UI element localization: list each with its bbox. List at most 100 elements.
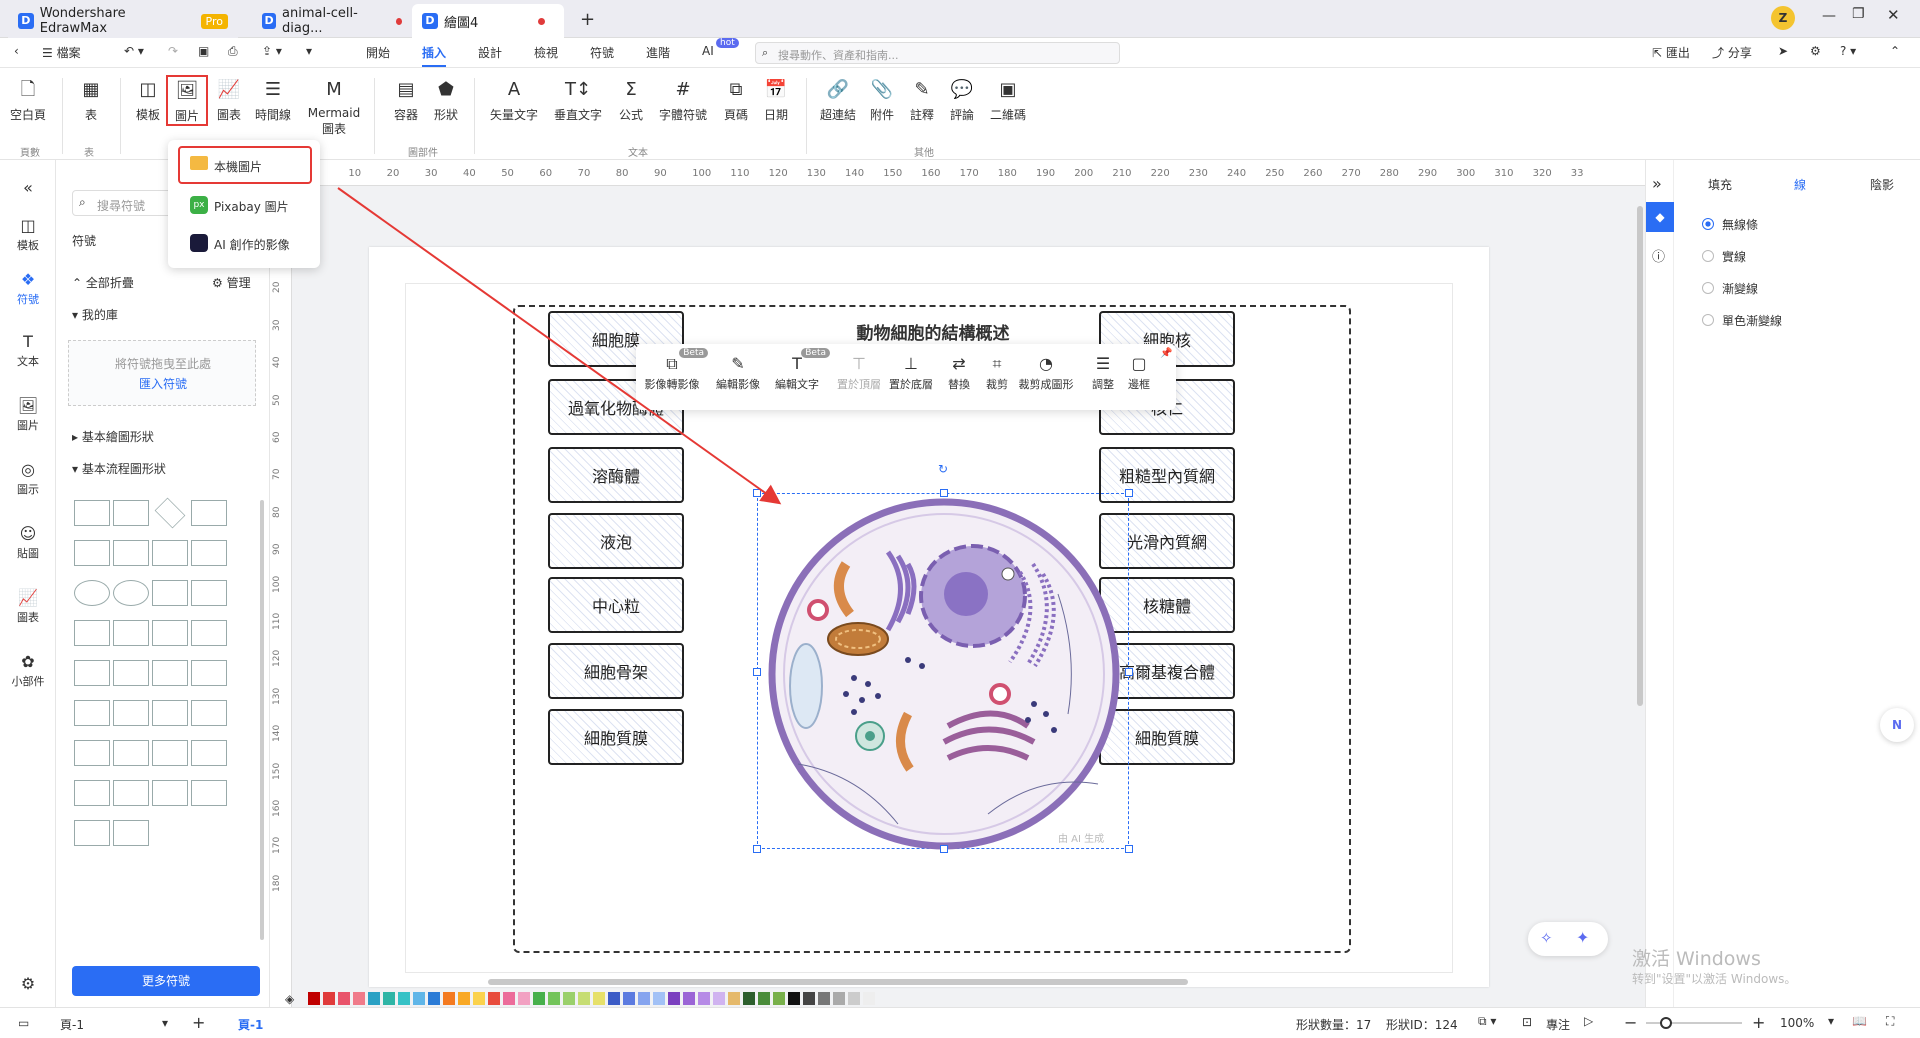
print-icon[interactable]: ⎙ xyxy=(228,44,238,59)
label-left-2[interactable]: 溶酶體 xyxy=(548,447,684,503)
color-swatch[interactable] xyxy=(623,992,635,1005)
resize-handle[interactable] xyxy=(753,845,761,853)
close-icon[interactable]: ✕ xyxy=(1887,6,1900,24)
share-button[interactable]: ⤴ 分享 xyxy=(1712,44,1752,61)
page-layout-icon[interactable]: ▭ xyxy=(18,1016,29,1030)
radio-single-gradient-line[interactable] xyxy=(1702,314,1714,326)
color-swatch[interactable] xyxy=(758,992,770,1005)
fit-icon[interactable]: ⊡ xyxy=(1522,1015,1532,1029)
resize-handle[interactable] xyxy=(1125,845,1133,853)
menu-advanced[interactable]: 進階 xyxy=(646,44,670,61)
formula-button[interactable]: Σ 公式 xyxy=(616,78,646,123)
canvas-area[interactable]: -100102030405060708090100110120130140150… xyxy=(270,160,1645,1007)
tab-line[interactable]: 線 xyxy=(1794,176,1806,193)
flowchart-shape-symbol[interactable] xyxy=(191,700,227,726)
color-swatch[interactable] xyxy=(638,992,650,1005)
rail-symbols[interactable]: ❖ 符號 xyxy=(0,270,56,307)
flowchart-shape-symbol[interactable] xyxy=(74,620,110,646)
timeline-button[interactable]: ☰ 時間線 xyxy=(252,78,294,123)
send-icon[interactable]: ➤ xyxy=(1778,44,1788,58)
menu-insert[interactable]: 插入 xyxy=(422,44,447,67)
rail-stickers[interactable]: ☺ 貼圖 xyxy=(0,524,56,561)
radio-gradient-line[interactable] xyxy=(1702,282,1714,294)
flowchart-shape-symbol[interactable] xyxy=(74,780,110,806)
comment-button[interactable]: 💬 評論 xyxy=(946,78,978,123)
label-left-6[interactable]: 細胞質膜 xyxy=(548,709,684,765)
date-button[interactable]: 📅 日期 xyxy=(760,78,792,123)
zoom-level[interactable]: 100% xyxy=(1780,1016,1814,1030)
local-image-item[interactable]: 本機圖片 xyxy=(178,146,312,184)
resize-handle[interactable] xyxy=(1125,489,1133,497)
flowchart-shape-symbol[interactable] xyxy=(191,500,227,526)
flowchart-shape-symbol[interactable] xyxy=(191,540,227,566)
ai-image-item[interactable]: AI 創作的影像 xyxy=(178,228,312,258)
color-swatch[interactable] xyxy=(833,992,845,1005)
fullscreen-icon[interactable]: ⛶ xyxy=(1886,1014,1894,1029)
image-to-image-button[interactable]: ⧉ 影像轉影像 Beta xyxy=(642,348,708,392)
rail-text[interactable]: T 文本 xyxy=(0,332,56,369)
avatar[interactable]: Z xyxy=(1771,6,1795,30)
minimize-icon[interactable]: — xyxy=(1822,8,1836,24)
file-menu[interactable]: ☰ 檔案 xyxy=(42,44,81,61)
flowchart-shape-symbol[interactable] xyxy=(191,780,227,806)
edit-text-button[interactable]: T 編輯文字 Beta xyxy=(770,348,830,392)
color-swatch[interactable] xyxy=(473,992,485,1005)
color-swatch[interactable] xyxy=(458,992,470,1005)
help-icon[interactable]: ? ▾ xyxy=(1840,44,1856,58)
color-swatch[interactable] xyxy=(443,992,455,1005)
attachment-button[interactable]: 📎 附件 xyxy=(866,78,898,123)
collapse-ribbon-icon[interactable]: ⌃ xyxy=(1890,44,1900,58)
pin-icon[interactable]: 📌 xyxy=(1160,348,1172,359)
expand-panel-icon[interactable]: » xyxy=(1652,174,1662,193)
book-view-icon[interactable]: 📖 xyxy=(1852,1014,1867,1028)
menu-symbols[interactable]: 符號 xyxy=(590,44,614,61)
zoom-slider-thumb[interactable] xyxy=(1660,1017,1672,1029)
export-icon[interactable]: ⇪ ▾ xyxy=(262,44,282,58)
add-page-icon[interactable]: + xyxy=(192,1013,205,1032)
color-swatch[interactable] xyxy=(368,992,380,1005)
tab-animal-cell[interactable]: D animal-cell-diag... xyxy=(252,4,412,38)
page-select[interactable]: 頁-1 ▾ xyxy=(60,1016,168,1032)
flowchart-shape-symbol[interactable] xyxy=(113,740,149,766)
flowchart-shape-symbol[interactable] xyxy=(154,497,186,529)
redo-icon[interactable]: ↷ xyxy=(168,44,178,58)
menu-design[interactable]: 設計 xyxy=(478,44,502,61)
library-drop-zone[interactable]: 將符號拖曳至此處 匯入符號 xyxy=(68,340,256,406)
horizontal-scrollbar[interactable] xyxy=(488,979,1188,985)
my-library-header[interactable]: ▾ 我的庫 xyxy=(72,306,118,323)
selected-image[interactable]: 由 AI 生成 ↻ xyxy=(753,462,1133,853)
color-swatch[interactable] xyxy=(413,992,425,1005)
shape-button[interactable]: ⬟ 形狀 xyxy=(430,78,462,123)
flowchart-shape-symbol[interactable] xyxy=(74,740,110,766)
color-swatch[interactable] xyxy=(383,992,395,1005)
menu-start[interactable]: 開始 xyxy=(366,44,390,61)
flowchart-shape-symbol[interactable] xyxy=(152,780,188,806)
help-icon[interactable]: ⓘ xyxy=(1652,246,1665,265)
adjust-button[interactable]: ☰ 調整 xyxy=(1088,354,1118,392)
color-swatch[interactable] xyxy=(308,992,320,1005)
tab-drawing4[interactable]: D 繪圖4 xyxy=(412,4,564,38)
color-swatch[interactable] xyxy=(863,992,875,1005)
color-swatch[interactable] xyxy=(848,992,860,1005)
color-swatch[interactable] xyxy=(503,992,515,1005)
color-swatch[interactable] xyxy=(713,992,725,1005)
resize-handle[interactable] xyxy=(940,489,948,497)
edit-image-button[interactable]: ✎ 編輯影像 xyxy=(714,354,762,392)
fill-line-tool-icon[interactable]: ◆ xyxy=(1646,202,1674,232)
flowchart-shape-symbol[interactable] xyxy=(152,540,188,566)
qrcode-button[interactable]: ▣ 二維碼 xyxy=(986,78,1030,123)
rotate-handle-icon[interactable]: ↻ xyxy=(938,462,948,476)
menu-view[interactable]: 檢視 xyxy=(534,44,558,61)
import-symbols-link[interactable]: 匯入符號 xyxy=(69,375,257,392)
flowchart-shape-symbol[interactable] xyxy=(113,820,149,846)
rail-templates[interactable]: ◫ 模板 xyxy=(0,216,56,253)
crop-button[interactable]: ⌗ 裁剪 xyxy=(982,354,1012,392)
flowchart-shape-symbol[interactable] xyxy=(113,780,149,806)
blank-page-button[interactable]: 🗋 空白頁 xyxy=(8,78,48,123)
color-swatch[interactable] xyxy=(548,992,560,1005)
collapse-panel-icon[interactable]: « xyxy=(0,178,56,197)
zoom-in-icon[interactable]: + xyxy=(1752,1013,1765,1032)
layers-icon[interactable]: ⧉ ▾ xyxy=(1478,1014,1496,1029)
save-icon[interactable]: ▣ xyxy=(198,44,209,58)
zoom-out-icon[interactable]: − xyxy=(1624,1013,1637,1032)
